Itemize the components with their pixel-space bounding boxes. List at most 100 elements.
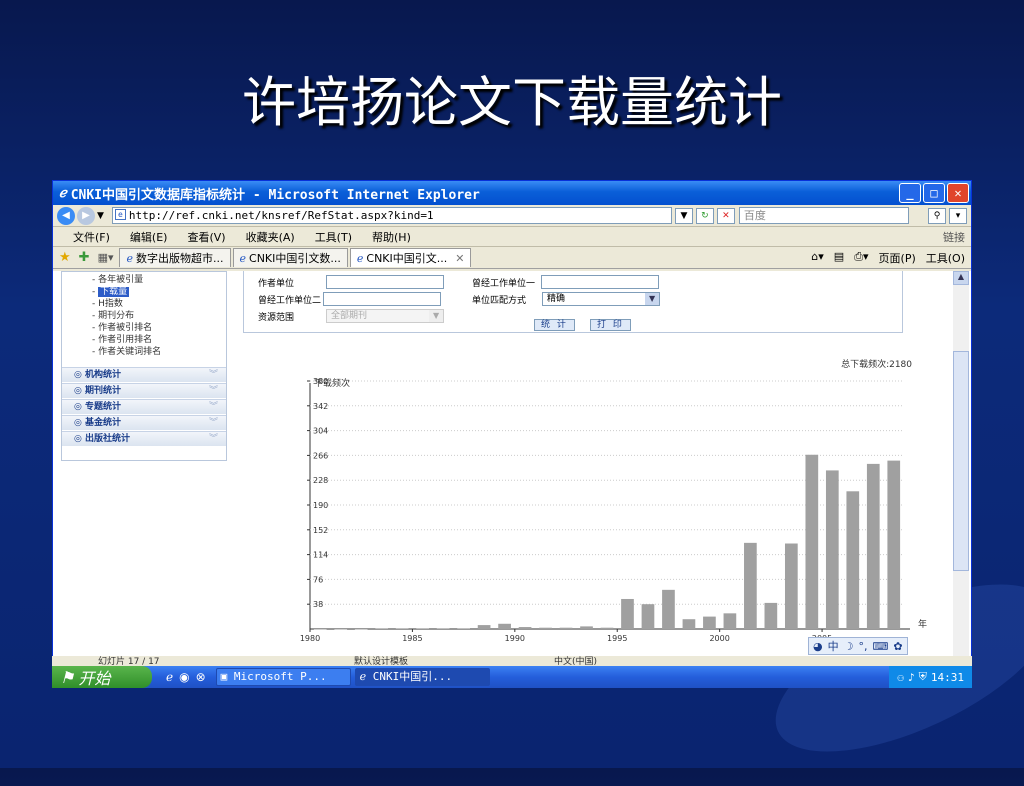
- bar-1991: [539, 627, 552, 629]
- search-options-icon[interactable]: ▾: [949, 207, 967, 224]
- tree-item-author-cited-rank[interactable]: - 作者被引排名: [92, 322, 226, 334]
- tray-volume-icon[interactable]: ♪: [908, 671, 915, 684]
- close-tab-icon[interactable]: ✕: [455, 252, 464, 265]
- tray-clock[interactable]: 14:31: [931, 671, 964, 684]
- links-button[interactable]: 链接: [943, 229, 965, 245]
- print-button[interactable]: 打 印: [590, 319, 631, 331]
- author-unit-input[interactable]: [326, 275, 445, 289]
- feeds-icon[interactable]: ▤: [834, 250, 844, 266]
- bar-1992: [559, 627, 573, 629]
- y-tick-label: 190: [313, 501, 328, 510]
- back-icon[interactable]: ◀: [57, 206, 75, 225]
- start-button[interactable]: ⚑ 开始: [52, 666, 152, 688]
- bar-1995: [621, 598, 634, 629]
- section-topic[interactable]: ◎ 专题统计 ︾: [62, 399, 226, 414]
- search-icon[interactable]: ⚲: [928, 207, 946, 224]
- ie-tab-icon: ℯ: [356, 251, 364, 265]
- stop-icon[interactable]: ✕: [716, 207, 735, 224]
- window-titlebar[interactable]: ℯ CNKI中国引文数据库指标统计 - Microsoft Internet E…: [53, 181, 971, 205]
- address-dropdown-icon[interactable]: ▼: [674, 207, 693, 224]
- chevron-down-icon: ︾: [208, 434, 218, 444]
- task-ie[interactable]: ℯ CNKI中国引...: [354, 668, 490, 686]
- tab-1[interactable]: ℯ 数字出版物超市...: [119, 248, 231, 267]
- tree-item-journal-distribution[interactable]: - 期刊分布: [92, 310, 226, 322]
- section-publisher[interactable]: ◎ 出版社统计 ︾: [62, 431, 226, 446]
- address-input[interactable]: e http://ref.cnki.net/knsref/RefStat.asp…: [111, 207, 672, 224]
- bar-1989: [498, 623, 511, 629]
- former-unit1-input[interactable]: [541, 275, 660, 289]
- ime-logo-icon: ◕: [813, 639, 823, 653]
- bar-1982: [354, 629, 368, 630]
- section-journal[interactable]: ◎ 期刊统计 ︾: [62, 383, 226, 398]
- former-unit2-row: 曾经工作单位二: [258, 292, 442, 306]
- stat-button[interactable]: 统 计: [534, 319, 575, 331]
- tree-item-downloads[interactable]: - 下载量: [92, 286, 226, 298]
- section-fund[interactable]: ◎ 基金统计 ︾: [62, 415, 226, 430]
- former-unit1-row: 曾经工作单位一: [472, 275, 660, 289]
- scroll-up-icon[interactable]: ▲: [953, 271, 969, 285]
- tray-network-icon[interactable]: ⚇: [897, 671, 904, 684]
- moon-icon[interactable]: ☽: [844, 640, 854, 653]
- menu-help[interactable]: 帮助(H): [372, 229, 411, 245]
- maximize-button[interactable]: □: [923, 183, 945, 203]
- forward-icon[interactable]: ▶: [77, 206, 95, 225]
- bar-1981: [334, 629, 348, 630]
- resource-range-select[interactable]: 全部期刊 ▼: [326, 309, 445, 323]
- menu-edit[interactable]: 编辑(E): [130, 229, 168, 245]
- tray-security-icon[interactable]: ⛨: [919, 670, 927, 684]
- task-powerpoint[interactable]: ▣ Microsoft P...: [215, 668, 351, 686]
- media-quicklaunch-icon[interactable]: ◉: [179, 670, 189, 684]
- ime-toolbar[interactable]: ◕ 中 ☽ °, ⌨ ✿: [808, 637, 908, 655]
- desktop-quicklaunch-icon[interactable]: ⊗: [196, 670, 206, 684]
- former-unit2-input[interactable]: [323, 292, 442, 306]
- close-button[interactable]: ✕: [947, 183, 969, 203]
- quick-launch: ℯ ◉ ⊗: [166, 670, 206, 684]
- refresh-icon[interactable]: ↻: [695, 207, 714, 224]
- menu-tools[interactable]: 工具(T): [315, 229, 352, 245]
- tree-item-author-keyword-rank[interactable]: - 作者关键词排名: [92, 346, 226, 358]
- y-tick-label: 152: [313, 526, 328, 535]
- tab-2[interactable]: ℯ CNKI中国引文数...: [232, 248, 348, 267]
- y-tick-label: 76: [313, 575, 323, 584]
- menu-favorites[interactable]: 收藏夹(A): [246, 229, 295, 245]
- menu-view[interactable]: 查看(V): [187, 229, 225, 245]
- menu-file[interactable]: 文件(F): [73, 229, 110, 245]
- chevron-down-icon: ▼: [645, 293, 660, 305]
- home-icon[interactable]: ⌂▾: [811, 250, 824, 266]
- y-tick-label: 380: [313, 377, 328, 386]
- keyboard-icon[interactable]: ⌨: [872, 640, 888, 653]
- y-tick-label: 228: [313, 476, 328, 485]
- vertical-scrollbar[interactable]: ▲: [953, 271, 969, 657]
- chevron-down-icon: ︾: [208, 402, 218, 412]
- print-icon[interactable]: ⎙▾: [854, 250, 868, 266]
- bar-1980: [313, 629, 327, 630]
- quick-tabs-icon[interactable]: ▦▾: [98, 251, 114, 264]
- ime-mode[interactable]: 中: [828, 638, 839, 654]
- chevron-down-icon: ︾: [208, 386, 218, 396]
- match-mode-select[interactable]: 精确 ▼: [542, 292, 661, 306]
- tree-item-yearly-citations[interactable]: - 各年被引量: [92, 274, 226, 286]
- ie-quicklaunch-icon[interactable]: ℯ: [166, 670, 173, 684]
- settings-icon[interactable]: ✿: [893, 640, 902, 653]
- tab-3[interactable]: ℯ CNKI中国引文... ✕: [349, 248, 472, 267]
- favorites-star-icon[interactable]: ★: [59, 250, 71, 265]
- ie-tab-icon: ℯ: [126, 251, 133, 265]
- chevron-down-icon: ▼: [429, 310, 444, 322]
- minimize-button[interactable]: _: [899, 183, 921, 203]
- bar-1999: [703, 616, 716, 629]
- search-input[interactable]: 百度: [738, 207, 909, 224]
- add-favorite-icon[interactable]: ✚: [79, 250, 90, 265]
- bar-1985: [416, 628, 430, 629]
- scroll-thumb[interactable]: [953, 351, 969, 571]
- bar-2001: [744, 542, 757, 629]
- x-tick-label: 1985: [402, 634, 422, 643]
- system-tray: ⚇ ♪ ⛨ 14:31: [889, 666, 972, 688]
- tree-item-author-citing-rank[interactable]: - 作者引用排名: [92, 334, 226, 346]
- section-institution[interactable]: ◎ 机构统计 ︾: [62, 367, 226, 382]
- page-menu[interactable]: 页面(P): [879, 250, 916, 266]
- history-dropdown-icon[interactable]: ▼: [97, 211, 104, 221]
- tree-item-h-index[interactable]: - H指数: [92, 298, 226, 310]
- browser-window: ℯ CNKI中国引文数据库指标统计 - Microsoft Internet E…: [52, 180, 972, 658]
- punctuation-icon[interactable]: °,: [858, 640, 867, 653]
- tools-menu[interactable]: 工具(O): [926, 250, 965, 266]
